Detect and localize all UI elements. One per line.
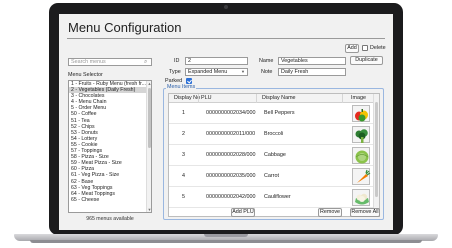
display-no-cell: 3 [182, 152, 185, 158]
display-name-cell: Broccoli [264, 131, 284, 137]
type-label: Type [169, 69, 181, 75]
bell-pepper-icon [352, 105, 370, 122]
note-label: Note [261, 69, 273, 75]
plu-cell: 0000000002035/000 [206, 173, 256, 179]
display-no-cell: 1 [182, 110, 185, 116]
column-header[interactable]: Display No [174, 94, 200, 103]
scroll-down-arrow-icon[interactable]: ▼ [147, 207, 151, 212]
table-row[interactable]: 2 0000000002011/000 Broccoli [169, 124, 375, 145]
scroll-up-arrow-icon[interactable]: ▲ [147, 81, 151, 86]
column-header[interactable]: Image [342, 94, 375, 103]
display-name-cell: Cauliflower [264, 194, 291, 200]
menu-items-table: Display No PLU Display Name Image 1 00000… [168, 93, 380, 217]
add-plu-button[interactable]: Add PLU [231, 208, 255, 217]
app-window: Menu Configuration Add Delete ⌕ Menu Sel… [59, 14, 393, 230]
remove-all-button[interactable]: Remove All [350, 208, 380, 217]
table-row[interactable]: 5 0000000002042/000 Cauliflower [169, 187, 375, 208]
type-select-value: Expanded Menu [188, 69, 228, 75]
cabbage-icon [352, 147, 370, 164]
id-field[interactable] [185, 57, 248, 65]
camera-dot [224, 5, 228, 9]
display-name-cell: Cabbage [264, 152, 286, 158]
plu-cell: 0000000002034/000 [206, 110, 256, 116]
delete-checkbox[interactable] [362, 45, 368, 51]
laptop-notch [204, 234, 248, 237]
remove-button[interactable]: Remove [318, 208, 342, 217]
carrot-icon [352, 168, 371, 185]
scrollbar-thumb[interactable] [375, 102, 378, 197]
table-scrollbar[interactable] [373, 94, 379, 216]
column-header[interactable]: Display Name [256, 94, 296, 103]
list-item[interactable]: 65 - Cheese [69, 197, 147, 203]
display-name-cell: Bell Peppers [264, 110, 295, 116]
display-no-cell: 2 [182, 131, 185, 137]
plu-cell: 0000000002011/000 [206, 131, 256, 137]
display-no-cell: 5 [182, 194, 185, 200]
menu-list-items: 1 - Fruits - Ruby Menu (fresh fr... 2 - V… [69, 81, 147, 203]
note-field[interactable] [278, 68, 346, 76]
display-no-cell: 4 [182, 173, 185, 179]
delete-label: Delete [370, 45, 386, 51]
cauliflower-icon [352, 189, 370, 206]
table-row[interactable]: 3 0000000002028/000 Cabbage [169, 145, 375, 166]
id-label: ID [174, 58, 180, 64]
plu-cell: 0000000002028/000 [206, 152, 256, 158]
type-select[interactable]: Expanded Menu ▼ [185, 68, 248, 76]
title-divider [67, 38, 385, 39]
search-input[interactable] [68, 58, 152, 66]
table-header: Display No PLU Display Name Image [169, 94, 375, 103]
menus-count: 965 menus available [86, 216, 134, 222]
table-row[interactable]: 1 0000000002034/000 Bell Peppers [169, 103, 375, 124]
name-label: Name [259, 58, 274, 64]
plu-cell: 0000000002042/000 [206, 194, 256, 200]
chevron-down-icon: ▼ [241, 69, 245, 74]
table-row[interactable]: 4 0000000002035/000 Carrot [169, 166, 375, 187]
add-button[interactable]: Add [345, 44, 359, 53]
menu-items-legend: Menu Items [166, 84, 197, 91]
display-name-cell: Carrot [264, 173, 279, 179]
broccoli-icon [352, 126, 370, 143]
menu-selector-list[interactable]: 1 - Fruits - Ruby Menu (fresh fr... 2 - V… [68, 80, 152, 213]
name-field[interactable] [278, 57, 346, 65]
menu-list-scrollbar[interactable]: ▲ ▼ [146, 81, 151, 212]
column-header[interactable]: PLU [198, 94, 212, 103]
page-title: Menu Configuration [68, 20, 182, 35]
duplicate-button[interactable]: Duplicate [350, 56, 383, 65]
search-icon: ⌕ [144, 59, 148, 65]
laptop-base-shadow [30, 240, 422, 243]
scrollbar-thumb[interactable] [148, 88, 151, 148]
menu-selector-label: Menu Selector [68, 72, 103, 78]
